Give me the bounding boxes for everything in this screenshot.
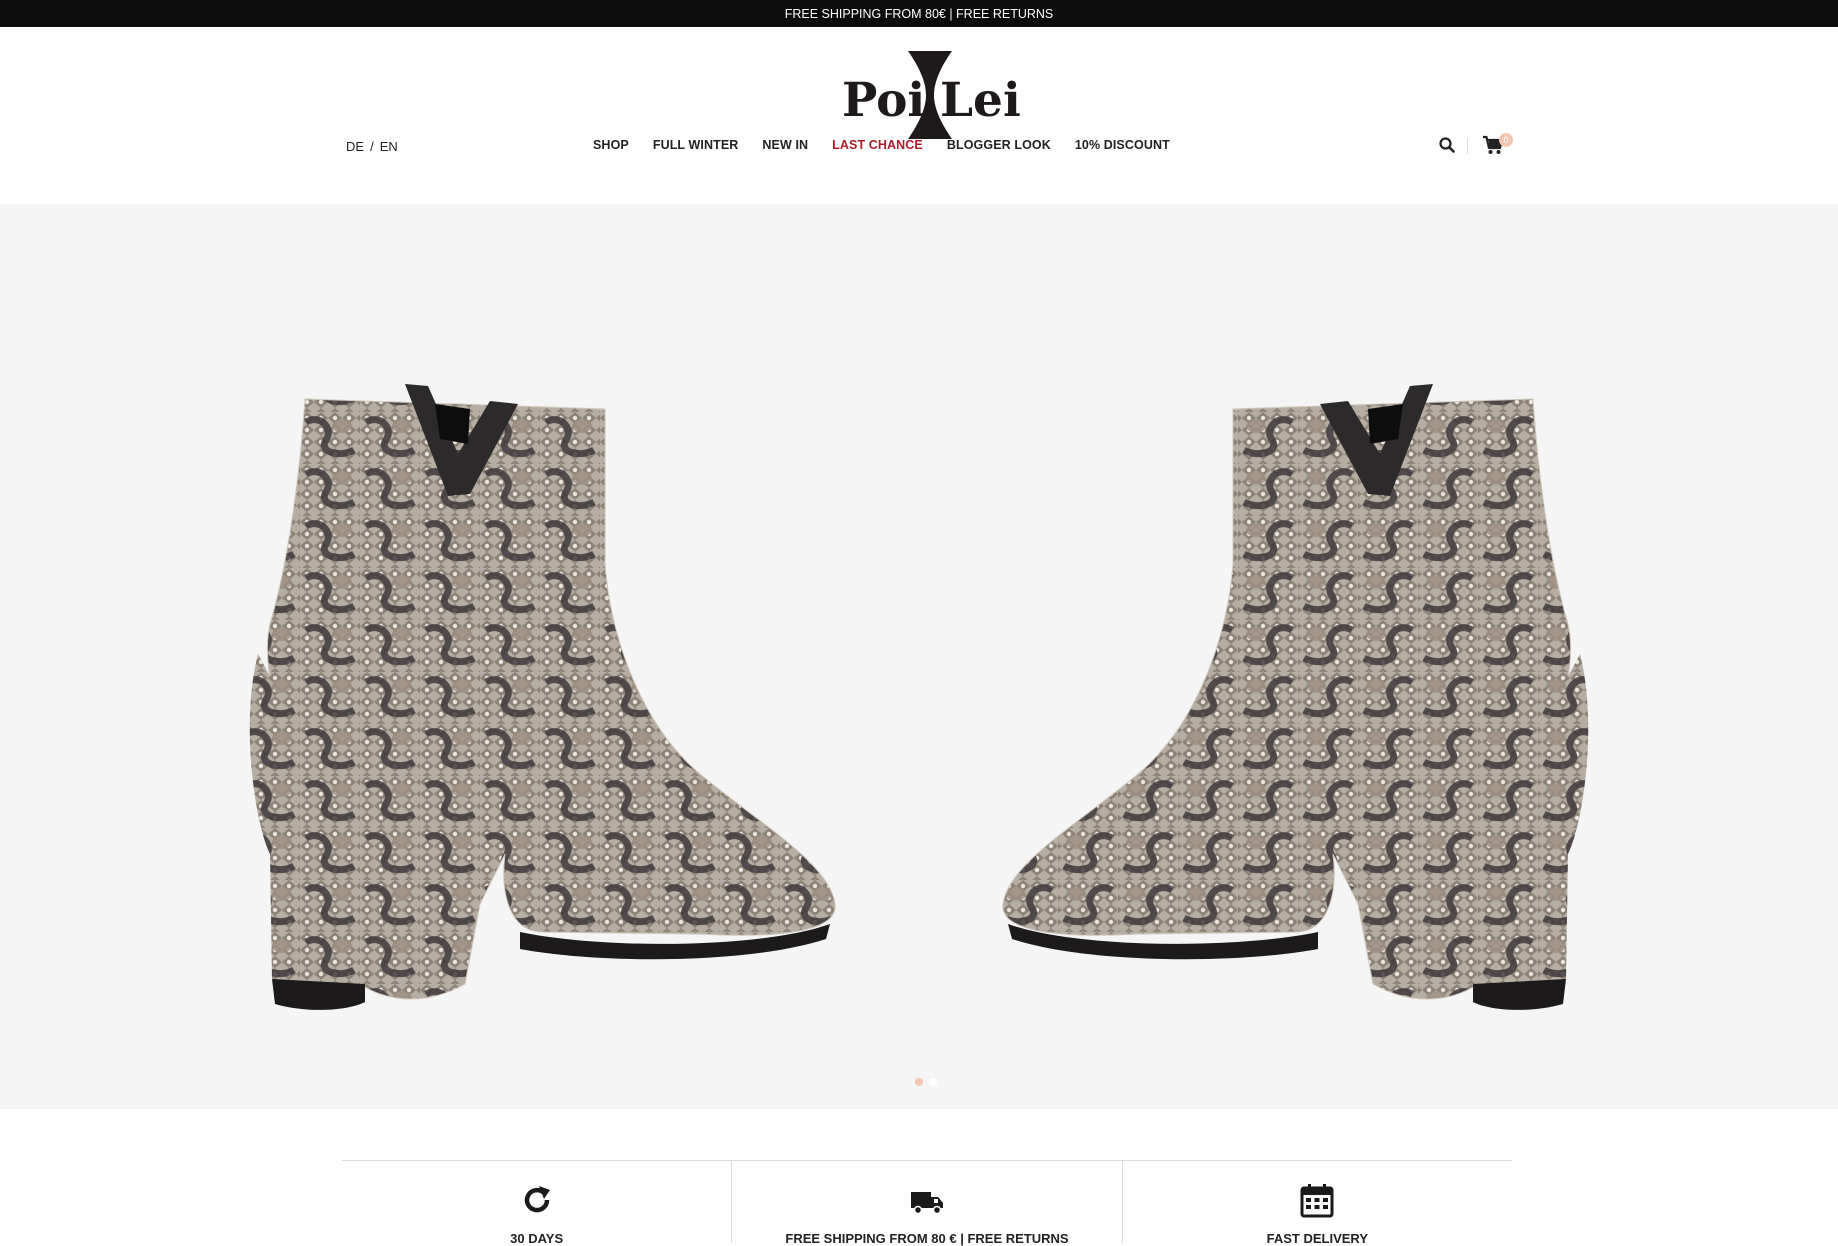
nav-full-winter[interactable]: FULL WINTER [653, 138, 739, 152]
feature-returns-label: 30 DAYS [510, 1231, 564, 1246]
slider-dot-1[interactable] [915, 1078, 923, 1086]
brand-logo-right: Lei [940, 73, 1021, 128]
hero-slider[interactable] [0, 204, 1838, 1109]
lang-en-link[interactable]: EN [380, 139, 398, 154]
lang-de-link[interactable]: DE [346, 139, 364, 154]
feature-returns: 30 DAYS [342, 1161, 733, 1246]
feature-delivery-label: FAST DELIVERY [1266, 1231, 1368, 1246]
features-strip: 30 DAYS FREE SHIPPING FROM 80 € | FREE R… [342, 1160, 1512, 1246]
calendar-icon [1300, 1184, 1334, 1218]
header-icon-divider [1467, 138, 1468, 154]
feature-shipping-label: FREE SHIPPING FROM 80 € | FREE RETURNS [785, 1231, 1069, 1246]
brand-logo[interactable]: Poi Lei [840, 47, 1021, 143]
announcement-bar: FREE SHIPPING FROM 80€ | FREE RETURNS [0, 0, 1838, 27]
search-icon[interactable] [1438, 136, 1456, 154]
nav-discount[interactable]: 10% DISCOUNT [1075, 138, 1170, 152]
site-header: Poi Lei DE / EN SHOP FULL WINTER NEW IN … [0, 27, 1838, 204]
right-boot [1002, 384, 1589, 1010]
truck-icon [910, 1192, 943, 1215]
refresh-icon [524, 1186, 550, 1213]
feature-delivery: FAST DELIVERY [1123, 1161, 1512, 1246]
nav-shop[interactable]: SHOP [593, 138, 629, 152]
announcement-text: FREE SHIPPING FROM 80€ | FREE RETURNS [784, 6, 1054, 21]
slider-dots [915, 1078, 937, 1086]
feature-shipping: FREE SHIPPING FROM 80 € | FREE RETURNS [732, 1161, 1123, 1246]
left-boot [249, 384, 836, 1010]
language-switcher: DE / EN [346, 139, 398, 154]
lang-separator: / [370, 139, 374, 154]
nav-new-in[interactable]: NEW IN [762, 138, 808, 152]
slider-dot-2[interactable] [929, 1078, 937, 1086]
nav-last-chance[interactable]: LAST CHANCE [832, 138, 923, 152]
hero-product-image [249, 384, 1589, 1010]
main-nav: SHOP FULL WINTER NEW IN LAST CHANCE BLOG… [593, 138, 1194, 152]
nav-blogger-look[interactable]: BLOGGER LOOK [947, 138, 1051, 152]
cart-count-badge: 0 [1499, 133, 1513, 147]
